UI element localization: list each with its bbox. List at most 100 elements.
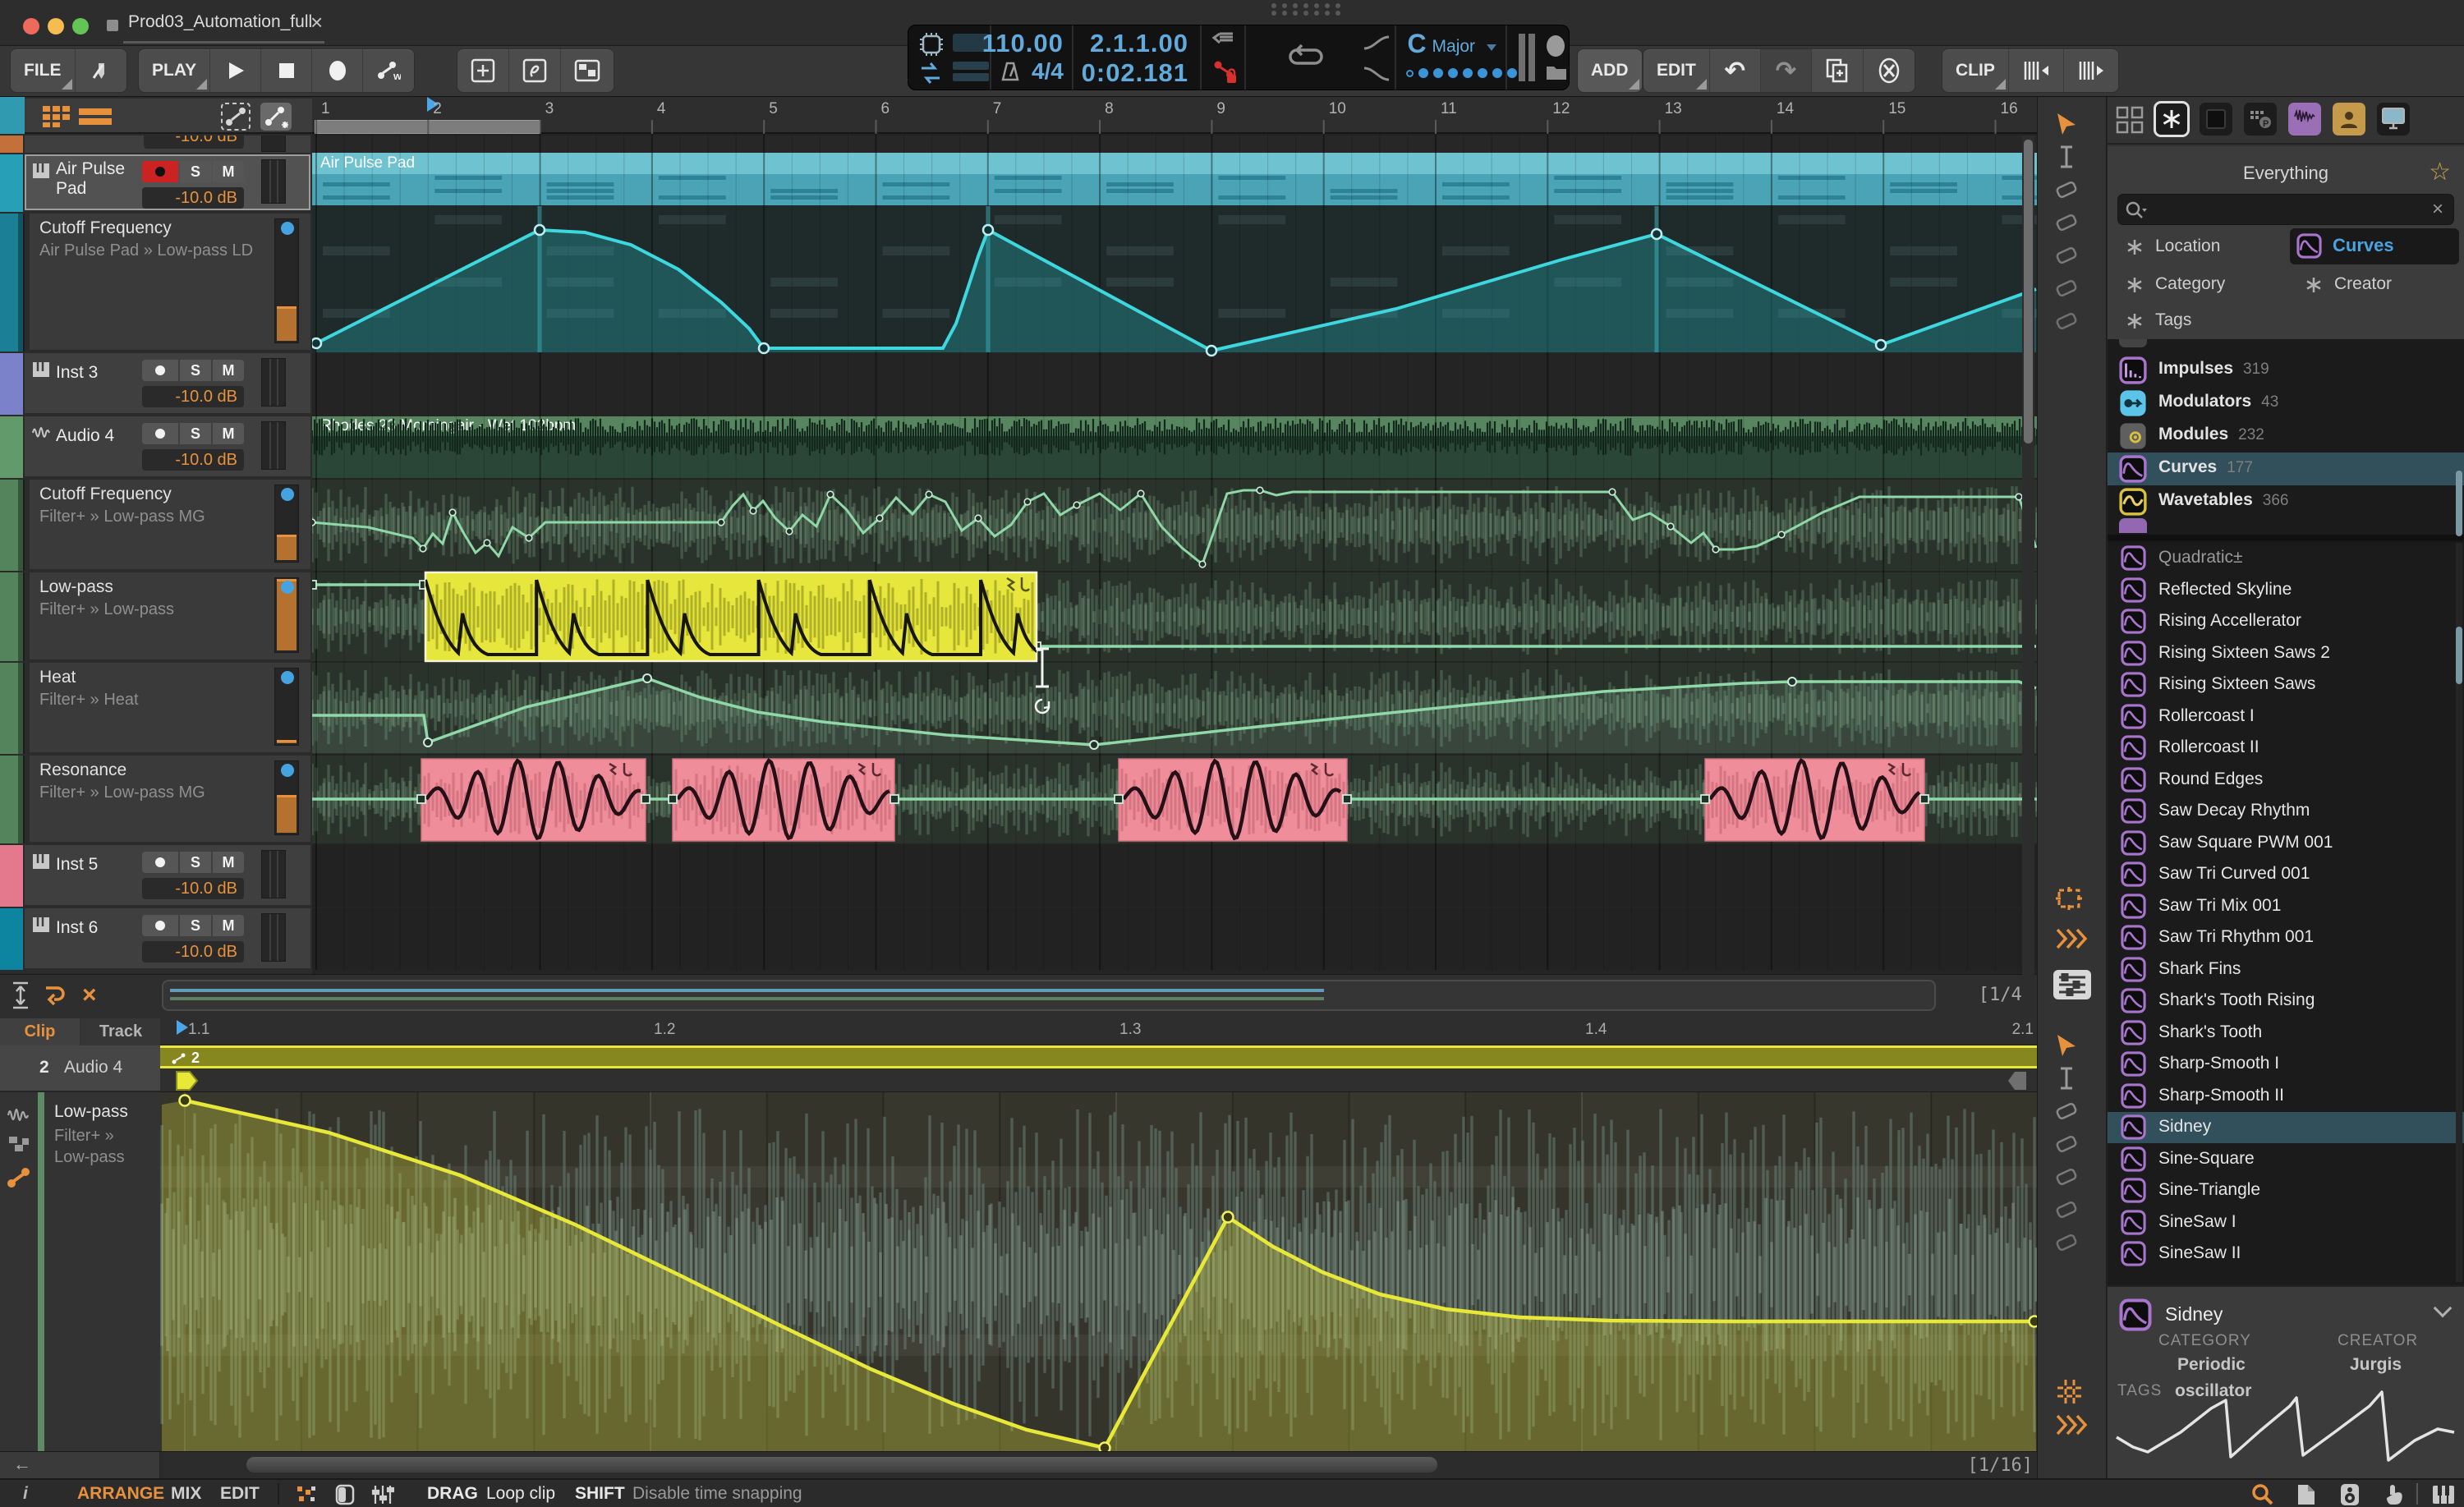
- tool-pencil-tool[interactable]: [2054, 1099, 2090, 1125]
- piano-keyboard-icon[interactable]: [2431, 1484, 2456, 1505]
- layout-arrange-button[interactable]: ARRANGE: [77, 1484, 164, 1504]
- mixer-io-icon[interactable]: [371, 1484, 394, 1505]
- list-view-icon[interactable]: [79, 107, 112, 126]
- filter-tags[interactable]: Tags: [2155, 310, 2191, 330]
- preset-row[interactable]: Shark Fins: [2108, 954, 2464, 986]
- close-project-icon[interactable]: ×: [310, 10, 323, 35]
- info-icon[interactable]: i: [23, 1484, 28, 1504]
- browser-device-display-toggle[interactable]: [2377, 103, 2410, 136]
- volume-value[interactable]: -10.0 dB: [142, 449, 244, 471]
- solo-button[interactable]: S: [180, 852, 211, 873]
- mute-button[interactable]: M: [213, 161, 244, 182]
- auto-height-icon[interactable]: [10, 981, 31, 1009]
- consolidate-left-button[interactable]: [2009, 49, 2064, 92]
- preset-row[interactable]: Saw Tri Curved 001: [2108, 859, 2464, 890]
- track-header[interactable]: Audio 4SM-10.0 dB: [25, 416, 310, 476]
- category-scrollbar-thumb[interactable]: [2456, 471, 2462, 536]
- editor-lane-name[interactable]: Low-pass: [54, 1102, 128, 1122]
- volume-value[interactable]: -10.0 dB: [142, 386, 244, 407]
- editor-canvas[interactable]: [160, 1092, 2037, 1451]
- category-row-wavetables[interactable]: Wavetables366: [2108, 485, 2464, 518]
- lane-fader[interactable]: [274, 218, 299, 343]
- volume-fader[interactable]: [261, 421, 286, 470]
- volume-fader[interactable]: [261, 913, 286, 962]
- lane-active-dot[interactable]: [281, 671, 294, 684]
- lane-active-dot[interactable]: [281, 581, 294, 594]
- tool-pencil-tool[interactable]: [2054, 177, 2090, 204]
- back-button[interactable]: ←: [0, 1452, 160, 1479]
- edit-menu-button[interactable]: EDIT: [1643, 49, 1710, 92]
- detail-collapse-chevron-icon[interactable]: [2434, 1299, 2453, 1318]
- zoom-to-fit-icon[interactable]: [2054, 885, 2090, 913]
- tool-time-select-tool[interactable]: [2054, 1066, 2090, 1092]
- follow-playback-icon[interactable]: [43, 983, 67, 1008]
- automation-lane-header[interactable]: ResonanceFilter+ » Low-pass MG: [30, 756, 310, 842]
- preset-row[interactable]: Shark's Tooth: [2108, 1018, 2464, 1049]
- preset-row[interactable]: Rising Accellerator: [2108, 606, 2464, 637]
- layout-mix-button[interactable]: MIX: [171, 1484, 201, 1504]
- position-section[interactable]: 2.1.1.00 0:02.181: [1073, 25, 1202, 90]
- clip-launcher-icon[interactable]: [335, 1484, 355, 1505]
- preset-row[interactable]: Rollercoast I: [2108, 701, 2464, 733]
- browser-everything-toggle[interactable]: [2155, 103, 2188, 136]
- preset-row[interactable]: Sine-Square: [2108, 1144, 2464, 1175]
- undo-button[interactable]: ↶: [1710, 49, 1761, 92]
- clip-slot-header[interactable]: 2 Audio 4: [0, 1045, 160, 1092]
- automation-lane-header[interactable]: Low-passFilter+ » Low-pass: [30, 572, 310, 659]
- lane-active-dot[interactable]: [281, 764, 294, 777]
- filter-creator[interactable]: Creator: [2334, 274, 2392, 294]
- solo-button[interactable]: S: [180, 423, 211, 444]
- category-row-modules[interactable]: Modules232: [2108, 420, 2464, 453]
- tool-time-select-tool[interactable]: [2054, 145, 2090, 171]
- expression-icon[interactable]: [7, 1135, 30, 1155]
- record-arm-button[interactable]: [142, 423, 178, 444]
- lane-settings-button[interactable]: [2053, 969, 2094, 1002]
- preset-row[interactable]: Saw Tri Rhythm 001: [2108, 922, 2464, 953]
- preset-row[interactable]: Reflected Skyline: [2108, 575, 2464, 606]
- track-header-selected[interactable]: Air PulsePadSM-10.0 dB: [25, 154, 310, 210]
- browser-devices-toggle[interactable]: [2200, 103, 2232, 136]
- mute-button[interactable]: M: [213, 915, 244, 936]
- mute-button[interactable]: M: [213, 360, 244, 381]
- volume-fader[interactable]: [261, 136, 286, 152]
- traffic-light-close[interactable]: [23, 18, 39, 34]
- preset-row[interactable]: Saw Decay Rhythm: [2108, 796, 2464, 827]
- lane-active-dot[interactable]: [281, 222, 294, 235]
- category-row-impulses[interactable]: Impulses319: [2108, 354, 2464, 387]
- automation-lane-icon[interactable]: [6, 1166, 32, 1189]
- browser-user-toggle[interactable]: [2333, 103, 2365, 136]
- mute-button[interactable]: M: [213, 852, 244, 873]
- attach-button[interactable]: [509, 49, 561, 92]
- automation-lane-header[interactable]: Cutoff FrequencyAir Pulse Pad » Low-pass…: [30, 214, 310, 350]
- play-button[interactable]: [210, 49, 261, 92]
- automation-follow-button[interactable]: [220, 102, 251, 131]
- layout-edit-button[interactable]: EDIT: [220, 1484, 260, 1504]
- audio-event-icon[interactable]: [7, 1104, 31, 1123]
- tab-clip[interactable]: Clip: [0, 1018, 80, 1045]
- preset-row[interactable]: Saw Tri Mix 001: [2108, 891, 2464, 922]
- play-menu-button[interactable]: PLAY: [139, 49, 210, 92]
- add-button[interactable]: ADD: [1578, 49, 1642, 92]
- window-drag-handle-dots[interactable]: [1271, 3, 1344, 16]
- tool-object-select-tool[interactable]: [2054, 1165, 2090, 1191]
- category-row-curves[interactable]: Curves177: [2108, 453, 2464, 485]
- consolidate-right-button[interactable]: [2064, 49, 2118, 92]
- filter-location[interactable]: Location: [2155, 237, 2220, 256]
- tool-audition-tool[interactable]: [2054, 1230, 2090, 1257]
- expand-lanes-icon[interactable]: [2056, 928, 2092, 953]
- key-section[interactable]: C Major: [1396, 25, 1508, 90]
- preset-row[interactable]: Sharp-Smooth II: [2108, 1081, 2464, 1112]
- browser-presets-toggle[interactable]: P: [2244, 103, 2277, 136]
- track-header[interactable]: Inst 6SM-10.0 dB: [25, 908, 310, 968]
- track-header[interactable]: Inst 3SM-10.0 dB: [25, 353, 310, 413]
- dual-display-button[interactable]: [561, 49, 614, 92]
- editor-playhead-marker[interactable]: [175, 1020, 193, 1036]
- transport-engine-section[interactable]: [908, 25, 991, 90]
- inspector-file-icon[interactable]: [2296, 1483, 2317, 1506]
- loop-fade-section[interactable]: [1246, 25, 1396, 90]
- tempo-section[interactable]: 110.00 4/4: [991, 25, 1073, 90]
- solo-button[interactable]: S: [180, 915, 211, 936]
- editor-loop-strip[interactable]: [160, 1068, 2037, 1092]
- redo-button[interactable]: ↷: [1761, 49, 1812, 92]
- volume-fader[interactable]: [261, 159, 286, 204]
